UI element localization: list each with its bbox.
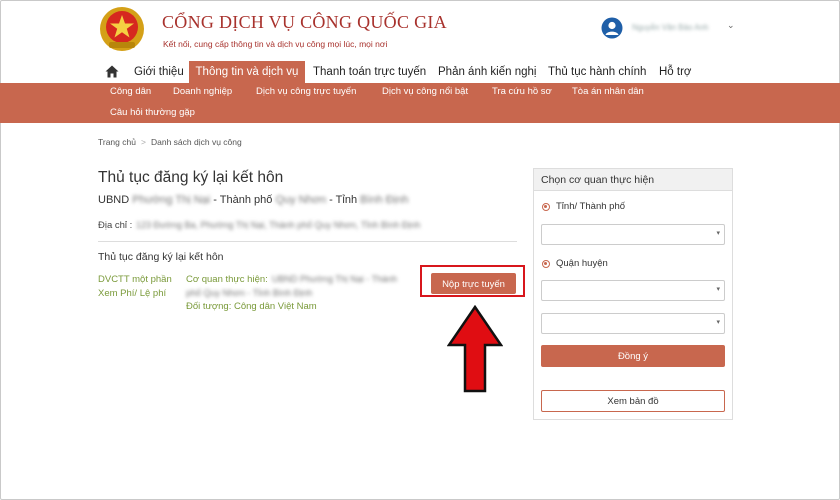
subnav-item-faq[interactable]: Câu hỏi thường gặp xyxy=(110,107,195,118)
agency-line: UBND Phường Thị Nại - Thành phố Quy Nhơn… xyxy=(98,194,408,206)
implementing-agency-value-cont: phố Quy Nhơn - Tỉnh Bình Định xyxy=(186,288,313,298)
subnav-item-citizen[interactable]: Công dân xyxy=(110,86,151,97)
home-icon[interactable] xyxy=(105,65,119,78)
subnav-item-featured-services[interactable]: Dịch vụ công nổi bật xyxy=(382,86,468,97)
caret-down-icon: ▾ xyxy=(716,286,720,293)
nav-item-online-payment[interactable]: Thanh toán trực tuyến xyxy=(313,61,426,83)
nav-item-support[interactable]: Hỗ trợ xyxy=(659,61,691,83)
agency-city-label: - Thành phố xyxy=(213,194,273,206)
nav-item-info-services[interactable]: Thông tin và dịch vụ xyxy=(189,61,305,83)
breadcrumb-separator: > xyxy=(141,137,146,147)
district-select[interactable]: ▾ xyxy=(541,280,725,301)
implementing-agency-label: Cơ quan thực hiện: xyxy=(186,274,268,285)
national-emblem-icon[interactable] xyxy=(99,6,145,52)
subnav-item-track-records[interactable]: Tra cứu hồ sơ xyxy=(492,86,552,97)
radio-district-label[interactable]: Quận huyện xyxy=(556,258,608,269)
site-subtitle: Kết nối, cung cấp thông tin và dịch vụ c… xyxy=(163,39,388,49)
agency-select[interactable]: ▾ xyxy=(541,313,725,334)
procedure-name[interactable]: Thủ tục đăng ký lại kết hôn xyxy=(98,251,224,263)
agency-prefix: UBND xyxy=(98,194,130,206)
sub-nav: Công dân Doanh nghiệp Dịch vụ công trực … xyxy=(0,83,840,123)
agency-city: Quy Nhơn xyxy=(275,194,327,206)
agency-ward: Phường Thị Nại xyxy=(132,194,211,206)
subnav-item-online-services[interactable]: Dịch vụ công trực tuyến xyxy=(256,86,356,97)
subnav-item-court[interactable]: Tòa án nhân dân xyxy=(572,86,644,97)
subnav-item-business[interactable]: Doanh nghiệp xyxy=(173,86,232,97)
user-name[interactable]: Nguyễn Văn Bảo Anh xyxy=(632,23,709,32)
agree-button[interactable]: Đồng ý xyxy=(541,345,725,367)
target-audience: Đối tượng: Công dân Việt Nam xyxy=(186,301,317,312)
page-title: Thủ tục đăng ký lại kết hôn xyxy=(98,169,284,186)
view-fee-link[interactable]: Xem Phí/ Lệ phí xyxy=(98,288,166,299)
caret-down-icon: ▾ xyxy=(716,319,720,326)
radio-district[interactable] xyxy=(542,260,550,268)
user-avatar-icon[interactable] xyxy=(601,17,623,39)
dvctt-level-label: DVCTT một phần xyxy=(98,274,172,285)
nav-item-procedures[interactable]: Thủ tục hành chính xyxy=(548,61,646,83)
breadcrumb-current: Danh sách dịch vụ công xyxy=(151,137,242,147)
address-label: Địa chỉ : xyxy=(98,220,133,231)
radio-province-label[interactable]: Tỉnh/ Thành phố xyxy=(556,201,625,212)
implementing-agency-value: UBND Phường Thị Nại - Thành xyxy=(272,274,398,284)
agency-province-label: - Tỉnh xyxy=(329,194,358,206)
view-map-button[interactable]: Xem bản đồ xyxy=(541,390,725,412)
submit-online-button[interactable]: Nộp trực tuyến xyxy=(431,273,516,294)
nav-item-intro[interactable]: Giới thiệu xyxy=(134,61,184,83)
agency-province: Bình Định xyxy=(360,194,409,206)
radio-province[interactable] xyxy=(542,203,550,211)
caret-down-icon: ▾ xyxy=(716,230,720,237)
site-title[interactable]: CỔNG DỊCH VỤ CÔNG QUỐC GIA xyxy=(162,12,447,33)
address-value: 123 Đường Ba, Phường Thị Nại, Thành phố … xyxy=(136,220,421,230)
divider xyxy=(98,241,517,242)
nav-item-feedback[interactable]: Phản ánh kiến nghị xyxy=(438,61,536,83)
breadcrumb-home[interactable]: Trang chủ xyxy=(98,137,136,147)
province-select[interactable]: ▾ xyxy=(541,224,725,245)
main-nav: Giới thiệu Thông tin và dịch vụ Thanh to… xyxy=(0,61,840,83)
chevron-down-icon[interactable]: ⌄ xyxy=(727,20,735,31)
panel-title: Chọn cơ quan thực hiện xyxy=(541,174,655,186)
red-arrow-up-icon xyxy=(447,305,503,393)
